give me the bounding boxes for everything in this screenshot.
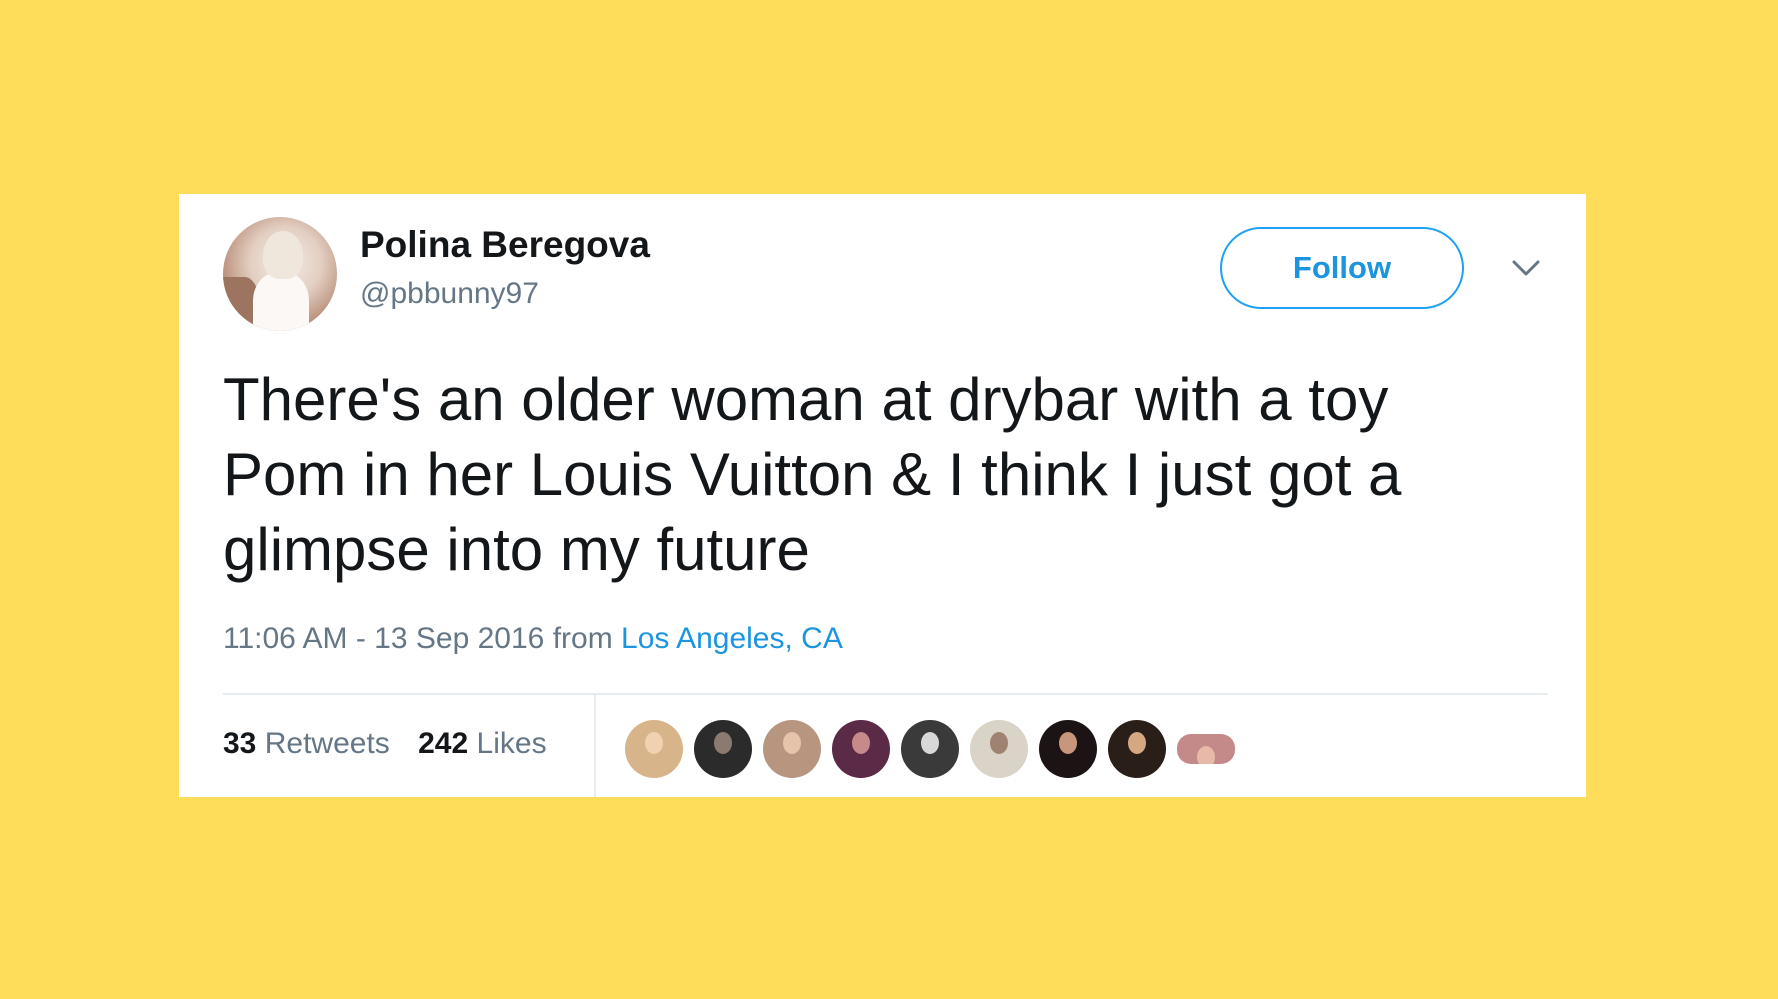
user-avatar[interactable] bbox=[223, 217, 337, 331]
tweet-stats: 33 Retweets 242 Likes bbox=[223, 727, 567, 761]
liker-avatar-1[interactable] bbox=[625, 720, 683, 778]
liker-face-shape bbox=[990, 732, 1008, 754]
likes-count: 242 bbox=[418, 727, 469, 760]
likes-label: Likes bbox=[476, 727, 547, 760]
liker-avatar-2[interactable] bbox=[694, 720, 752, 778]
avatar-hair-shape bbox=[263, 231, 303, 279]
tweet-timestamp[interactable]: 11:06 AM - 13 Sep 2016 bbox=[223, 622, 544, 655]
liker-face-shape bbox=[1059, 732, 1077, 754]
user-display-name[interactable]: Polina Beregova bbox=[360, 224, 650, 266]
liker-avatar-3[interactable] bbox=[763, 720, 821, 778]
tweet-location-link[interactable]: Los Angeles, CA bbox=[621, 622, 843, 655]
liker-face-shape bbox=[783, 732, 801, 754]
liker-face-shape bbox=[645, 732, 663, 754]
likes-stat[interactable]: 242 Likes bbox=[418, 727, 546, 761]
liker-avatars bbox=[625, 720, 1246, 780]
retweets-count: 33 bbox=[223, 727, 257, 760]
liker-face-shape bbox=[1197, 746, 1215, 764]
tweet-meta: 11:06 AM - 13 Sep 2016 from Los Angeles,… bbox=[223, 622, 843, 656]
liker-avatar-7[interactable] bbox=[1039, 720, 1097, 778]
tweet-text: There's an older woman at drybar with a … bbox=[223, 366, 1402, 583]
retweets-label: Retweets bbox=[264, 727, 390, 760]
from-label: from bbox=[552, 622, 613, 655]
stats-divider-vertical bbox=[594, 695, 596, 797]
liker-face-shape bbox=[714, 732, 732, 754]
liker-face-shape bbox=[852, 732, 870, 754]
liker-avatar-4[interactable] bbox=[832, 720, 890, 778]
liker-face-shape bbox=[921, 732, 939, 754]
follow-button[interactable]: Follow bbox=[1220, 227, 1464, 309]
liker-face-shape bbox=[1128, 732, 1146, 754]
liker-avatar-9[interactable] bbox=[1177, 734, 1235, 764]
tweet-card: Polina Beregova @pbbunny97 Follow There'… bbox=[179, 194, 1586, 797]
retweets-stat[interactable]: 33 Retweets bbox=[223, 727, 390, 761]
liker-avatar-8[interactable] bbox=[1108, 720, 1166, 778]
stats-divider-top bbox=[223, 693, 1548, 695]
chevron-down-icon[interactable] bbox=[1511, 256, 1541, 280]
liker-avatar-5[interactable] bbox=[901, 720, 959, 778]
avatar-body-shape bbox=[253, 273, 309, 331]
liker-avatar-6[interactable] bbox=[970, 720, 1028, 778]
user-handle[interactable]: @pbbunny97 bbox=[360, 277, 539, 311]
